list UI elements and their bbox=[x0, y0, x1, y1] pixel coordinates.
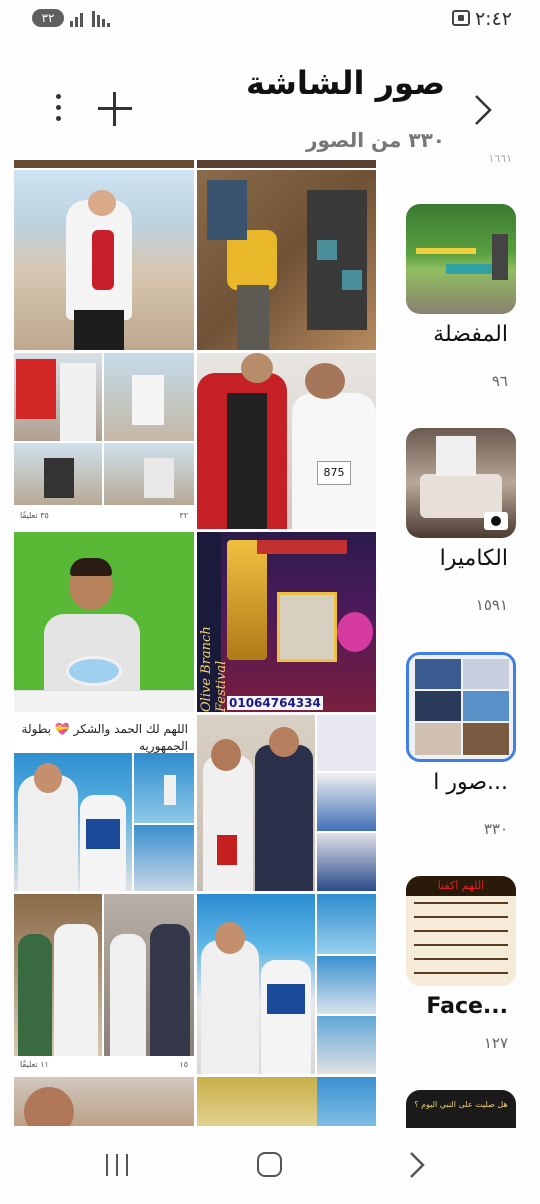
post-reaction-count: ١٥ bbox=[179, 1060, 188, 1069]
album-name[interactable]: Face... bbox=[426, 994, 508, 1019]
recent-apps-icon[interactable] bbox=[104, 1154, 130, 1176]
photo-thumb[interactable] bbox=[197, 160, 376, 168]
album-count: ١٥٩١ bbox=[475, 596, 508, 614]
poster-thumb[interactable]: Olive Branch Festival 01064764334 bbox=[197, 532, 376, 712]
photo-thumb[interactable] bbox=[14, 170, 194, 350]
post-reaction-count: ٣٢ bbox=[179, 511, 188, 520]
album-thumb-camera[interactable] bbox=[406, 428, 516, 538]
camera-icon bbox=[484, 512, 508, 530]
post-caption: اللهم لك الحمد والشكر 💝 بطولة الجمهوريه bbox=[21, 722, 188, 753]
album-count-partial: ١٦٦١ bbox=[488, 152, 512, 165]
photo-thumb[interactable] bbox=[14, 160, 194, 168]
photo-thumb[interactable] bbox=[14, 532, 194, 712]
poster-phone: 01064764334 bbox=[227, 696, 323, 710]
back-chevron-icon[interactable] bbox=[470, 92, 496, 128]
album-thumb-facebook[interactable]: اللهم اكفنا bbox=[406, 876, 516, 986]
photo-grid: ٣٥ تعليقًا ٣٢ 875 Olive Branch Festival … bbox=[14, 160, 376, 1126]
photo-thumb[interactable]: 875 bbox=[197, 353, 376, 529]
album-name[interactable]: صور ا... bbox=[433, 770, 508, 795]
album-count: ٩٦ bbox=[491, 372, 508, 390]
album-name[interactable]: الكاميرا bbox=[440, 546, 508, 571]
album-count: ٣٣٠ bbox=[483, 820, 508, 838]
photo-thumb[interactable] bbox=[197, 170, 376, 350]
screenshot-indicator-icon bbox=[452, 10, 470, 26]
back-icon[interactable] bbox=[408, 1150, 426, 1180]
album-name[interactable]: المفضلة bbox=[433, 322, 508, 347]
photo-thumb[interactable] bbox=[197, 894, 376, 1074]
album-thumb-text: هل صليت على النبي اليوم ؟ bbox=[414, 1100, 508, 1109]
status-bar: ٢:٤٢ ٣٢ bbox=[0, 0, 540, 40]
facebook-post-thumb[interactable]: ١١ تعليقًا ١٥ bbox=[14, 894, 194, 1074]
album-thumb-favorites[interactable] bbox=[406, 204, 516, 314]
status-time: ٢:٤٢ bbox=[474, 8, 512, 30]
photo-thumb[interactable] bbox=[197, 715, 376, 891]
home-icon[interactable] bbox=[257, 1152, 282, 1177]
facebook-post-thumb[interactable]: اللهم لك الحمد والشكر 💝 بطولة الجمهوريه bbox=[14, 715, 194, 891]
more-options-icon[interactable] bbox=[52, 94, 64, 124]
photo-thumb[interactable] bbox=[197, 1077, 376, 1126]
photo-count: ٣٣٠ من الصور bbox=[305, 128, 445, 152]
album-thumb-partial[interactable]: هل صليت على النبي اليوم ؟ bbox=[406, 1090, 516, 1128]
poster-side-text: Olive Branch Festival bbox=[199, 626, 229, 712]
post-comment-count: ٣٥ تعليقًا bbox=[20, 511, 49, 520]
signal-icon-2 bbox=[92, 11, 110, 27]
photo-thumb[interactable] bbox=[14, 1077, 194, 1126]
page-title: صور الشاشة bbox=[246, 64, 445, 102]
add-icon[interactable] bbox=[98, 92, 132, 126]
post-comment-count: ١١ تعليقًا bbox=[20, 1060, 49, 1069]
album-thumb-text: اللهم اكفنا bbox=[406, 876, 516, 896]
album-count: ١٢٧ bbox=[483, 1034, 508, 1052]
signal-icon bbox=[70, 13, 83, 27]
battery-indicator: ٣٢ bbox=[32, 9, 64, 27]
navigation-bar bbox=[0, 1128, 540, 1204]
facebook-post-thumb[interactable]: ٣٥ تعليقًا ٣٢ bbox=[14, 353, 194, 529]
album-thumb-screenshots[interactable] bbox=[406, 652, 516, 762]
